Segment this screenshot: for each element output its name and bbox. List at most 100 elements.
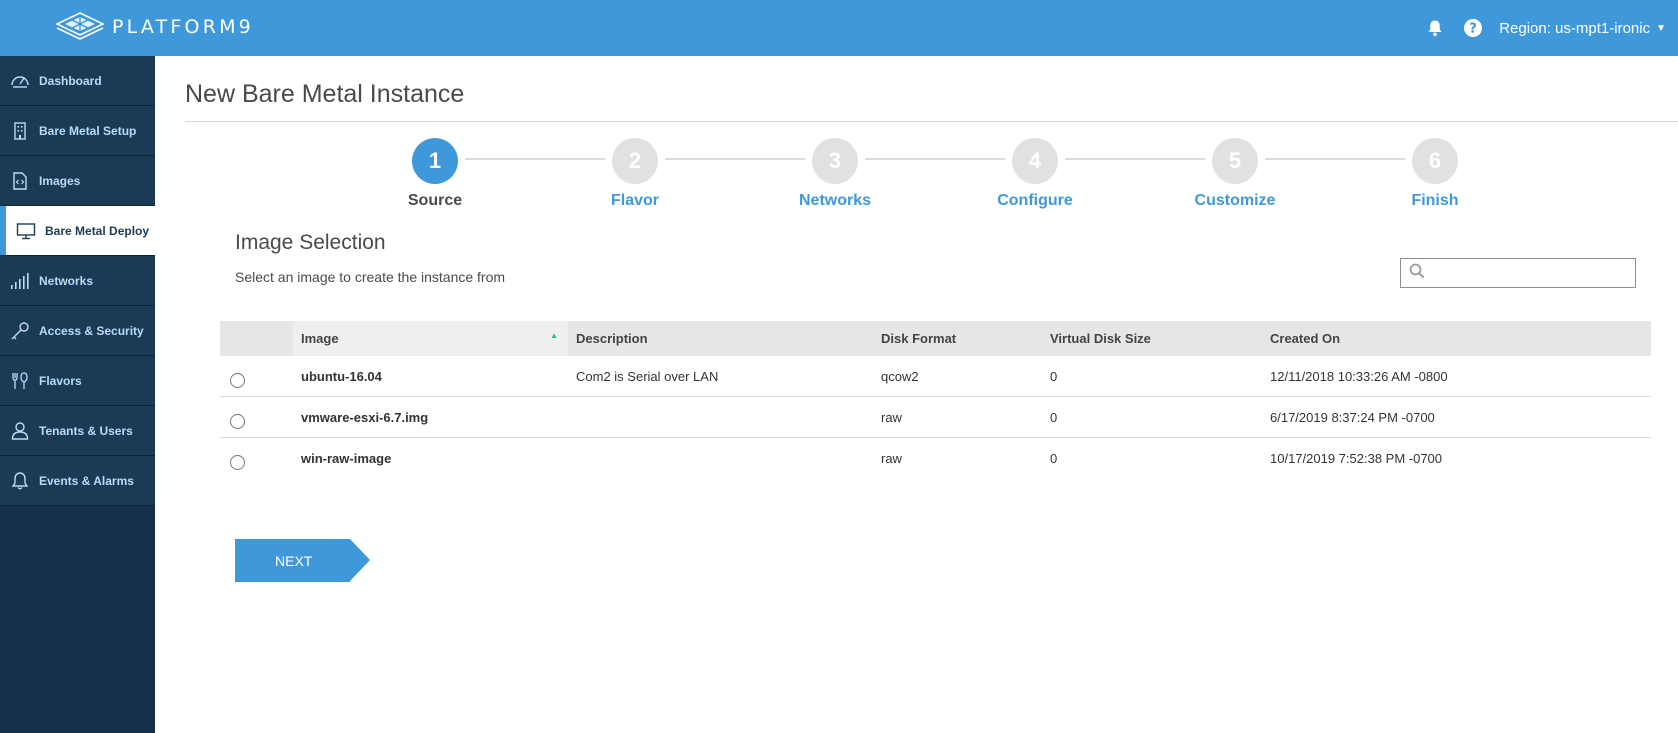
sidebar-item-images[interactable]: Images: [0, 156, 155, 206]
column-header-label: Image: [301, 331, 339, 346]
sidebar-item-label: Dashboard: [39, 73, 102, 88]
step-label: Source: [407, 192, 463, 209]
building-icon: [10, 121, 30, 141]
table-header: Image ▲ Description Disk Format Virtual …: [220, 321, 1651, 356]
help-icon[interactable]: ?: [1461, 16, 1485, 40]
step-flavor[interactable]: 2 Flavor: [565, 138, 705, 210]
step-number: 5: [1212, 138, 1258, 184]
step-label: Flavor: [610, 192, 659, 209]
column-header-image[interactable]: Image ▲: [293, 321, 568, 356]
sidebar-item-label: Bare Metal Deploy: [45, 223, 150, 238]
image-name: ubuntu-16.04: [301, 368, 382, 384]
brand-name: PLATFORM9: [112, 16, 254, 38]
sidebar-item-networks[interactable]: Networks: [0, 256, 155, 306]
image-name: win-raw-image: [301, 451, 392, 466]
column-header-disk-format[interactable]: Disk Format: [873, 321, 1042, 356]
step-finish[interactable]: 6 Finish: [1365, 138, 1505, 210]
row-select-cell: [220, 365, 293, 388]
top-bar: PLATFORM9 ? Region: us-mpt1-ironic ▼: [0, 0, 1678, 56]
sidebar-item-label: Flavors: [39, 373, 82, 388]
image-virtual-disk-size: 0: [1050, 368, 1058, 384]
images-table: Image ▲ Description Disk Format Virtual …: [220, 321, 1651, 479]
next-button-label: NEXT: [235, 539, 350, 582]
image-created-on: 12/11/2018 10:33:26 AM -0800: [1270, 368, 1448, 384]
step-number: 2: [612, 138, 658, 184]
section-subtitle: Select an image to create the instance f…: [235, 269, 506, 285]
speedometer-icon: [10, 71, 30, 91]
bell-outline-icon: [10, 471, 30, 491]
image-created-on: 10/17/2019 7:52:38 PM -0700: [1270, 451, 1443, 466]
step-number: 3: [812, 138, 858, 184]
search-input[interactable]: [1431, 260, 1635, 286]
image-radio[interactable]: [230, 372, 245, 388]
column-header-description[interactable]: Description: [568, 321, 873, 356]
step-label: Networks: [798, 192, 872, 209]
table-row[interactable]: vmware-esxi-6.7.img raw 0 6/17/2019 8:37…: [220, 397, 1651, 438]
main-content: New Bare Metal Instance 1 Source 2 Flavo…: [155, 56, 1678, 733]
chevron-down-icon: ▼: [1656, 22, 1666, 34]
sidebar-item-label: Bare Metal Setup: [39, 123, 137, 138]
sidebar-item-flavors[interactable]: Flavors: [0, 356, 155, 406]
image-description: Com2 is Serial over LAN: [576, 368, 719, 384]
column-header-virtual-disk-size[interactable]: Virtual Disk Size: [1042, 321, 1262, 356]
sidebar-item-tenants-users[interactable]: Tenants & Users: [0, 406, 155, 456]
svg-text:?: ?: [1469, 22, 1477, 37]
user-icon: [10, 421, 30, 441]
search-icon: [1409, 263, 1425, 284]
arrow-right-icon: [350, 539, 370, 581]
sidebar: Dashboard Bare Metal Setup Images Bare M…: [0, 56, 155, 733]
region-selector[interactable]: Region: us-mpt1-ironic ▼: [1499, 20, 1666, 37]
next-button[interactable]: NEXT: [235, 539, 370, 582]
region-label: Region: us-mpt1-ironic: [1499, 19, 1651, 37]
utensils-icon: [10, 371, 30, 391]
sidebar-item-label: Events & Alarms: [39, 473, 134, 488]
sort-ascending-icon: ▲: [550, 331, 558, 340]
image-disk-format: qcow2: [881, 368, 919, 384]
sidebar-item-dashboard[interactable]: Dashboard: [0, 56, 155, 106]
image-virtual-disk-size: 0: [1050, 409, 1058, 425]
sidebar-item-events-alarms[interactable]: Events & Alarms: [0, 456, 155, 506]
sidebar-item-label: Images: [39, 173, 81, 188]
image-radio[interactable]: [230, 455, 245, 470]
image-virtual-disk-size: 0: [1050, 451, 1058, 466]
step-source[interactable]: 1 Source: [365, 138, 505, 210]
image-radio[interactable]: [230, 413, 245, 429]
section-title: Image Selection: [235, 231, 386, 254]
step-number: 4: [1012, 138, 1058, 184]
sidebar-item-access-security[interactable]: Access & Security: [0, 306, 155, 356]
column-header-created-on[interactable]: Created On: [1262, 321, 1651, 356]
monitor-icon: [16, 221, 36, 241]
platform9-logo[interactable]: PLATFORM9: [56, 12, 254, 42]
image-disk-format: raw: [881, 409, 902, 425]
step-customize[interactable]: 5 Customize: [1165, 138, 1305, 210]
image-name: vmware-esxi-6.7.img: [301, 409, 429, 425]
step-configure[interactable]: 4 Configure: [965, 138, 1105, 210]
title-divider: [185, 121, 1678, 122]
sidebar-item-label: Networks: [39, 273, 94, 288]
step-number: 6: [1412, 138, 1458, 184]
platform9-logo-icon: [56, 12, 104, 40]
file-code-icon: [10, 171, 30, 191]
row-select-cell: [220, 406, 293, 429]
page-title: New Bare Metal Instance: [185, 80, 465, 108]
table-row[interactable]: win-raw-image raw 0 10/17/2019 7:52:38 P…: [220, 438, 1651, 479]
row-select-cell: [220, 447, 293, 470]
image-created-on: 6/17/2019 8:37:24 PM -0700: [1270, 409, 1435, 425]
table-row[interactable]: ubuntu-16.04 Com2 is Serial over LAN qco…: [220, 356, 1651, 397]
search-box: [1400, 258, 1636, 288]
step-number: 1: [412, 138, 458, 184]
signal-bars-icon: [10, 271, 30, 291]
sidebar-item-bare-metal-deploy[interactable]: Bare Metal Deploy: [0, 206, 155, 256]
step-networks[interactable]: 3 Networks: [765, 138, 905, 210]
bell-icon[interactable]: [1423, 16, 1447, 40]
sidebar-item-label: Access & Security: [39, 323, 144, 338]
column-header-select: [220, 321, 293, 356]
image-disk-format: raw: [881, 451, 902, 466]
sidebar-item-bare-metal-setup[interactable]: Bare Metal Setup: [0, 106, 155, 156]
step-label: Customize: [1194, 192, 1276, 209]
key-icon: [10, 321, 30, 341]
step-label: Configure: [997, 192, 1073, 209]
step-label: Finish: [1411, 192, 1459, 209]
top-right-controls: ? Region: us-mpt1-ironic ▼: [1423, 0, 1666, 56]
sidebar-item-label: Tenants & Users: [39, 423, 133, 438]
